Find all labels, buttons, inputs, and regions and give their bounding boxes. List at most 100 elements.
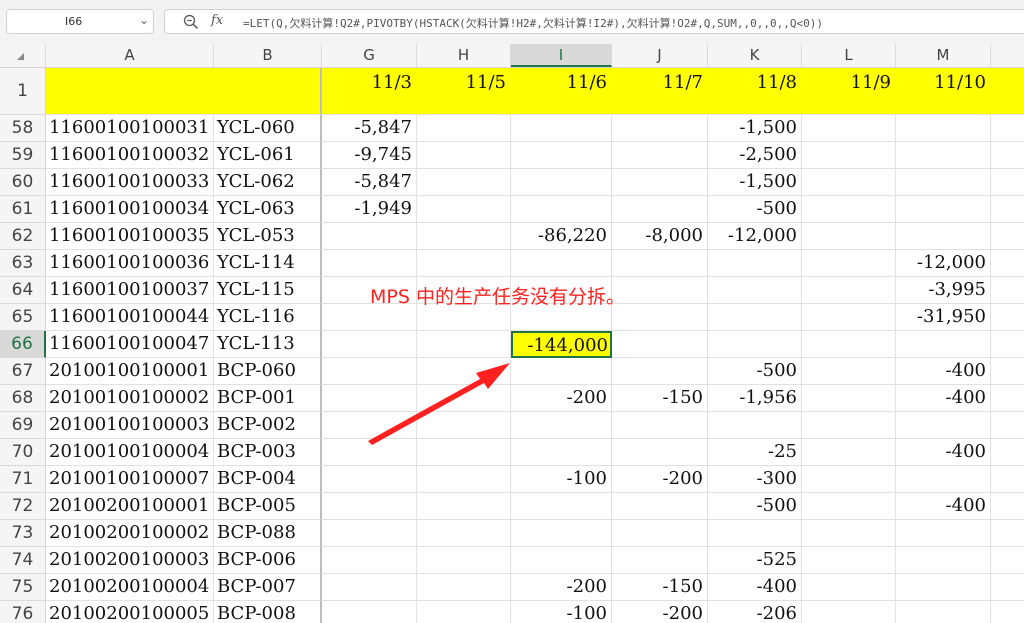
cell-b[interactable]: BCP-008 [214, 601, 322, 623]
cell-k[interactable]: -12,000 [708, 223, 802, 250]
cell-i[interactable] [511, 520, 612, 547]
cell-n[interactable]: 67 [991, 358, 1024, 385]
cell-b[interactable]: YCL-053 [214, 223, 322, 250]
cell-m[interactable] [896, 547, 991, 574]
cell-m[interactable] [896, 331, 991, 358]
row-header[interactable]: 75 [0, 574, 46, 601]
row-header[interactable]: 63 [0, 250, 46, 277]
cell-l[interactable] [802, 574, 896, 601]
cell-i[interactable]: -100 [511, 601, 612, 623]
cell-i[interactable] [511, 493, 612, 520]
cell-m[interactable] [896, 412, 991, 439]
cell-j[interactable] [612, 169, 708, 196]
cell-m[interactable]: -400 [896, 385, 991, 412]
cell-m[interactable]: -400 [896, 439, 991, 466]
cell-k[interactable] [708, 412, 802, 439]
cell-h[interactable] [417, 223, 511, 250]
cell-l[interactable] [802, 223, 896, 250]
cell-m[interactable] [896, 466, 991, 493]
cell-i[interactable] [511, 358, 612, 385]
row-header[interactable]: 70 [0, 439, 46, 466]
row-header[interactable]: 67 [0, 358, 46, 385]
cell-j[interactable] [612, 439, 708, 466]
row-header[interactable]: 72 [0, 493, 46, 520]
cell-h[interactable] [417, 466, 511, 493]
cell-j[interactable] [612, 493, 708, 520]
cell-a[interactable]: 20100100100007 [46, 466, 214, 493]
cell-h[interactable] [417, 520, 511, 547]
cell-m[interactable]: -3,995 [896, 277, 991, 304]
cell-l[interactable] [802, 277, 896, 304]
cell-g[interactable]: -1,949 [322, 196, 417, 223]
cell-b[interactable]: BCP-005 [214, 493, 322, 520]
cell-i[interactable] [511, 412, 612, 439]
cell-i[interactable] [511, 250, 612, 277]
cell-m[interactable] [896, 520, 991, 547]
cell-l[interactable] [802, 115, 896, 142]
cell-a[interactable]: 20100100100001 [46, 358, 214, 385]
cell-k[interactable]: -500 [708, 493, 802, 520]
cell-m[interactable]: -400 [896, 358, 991, 385]
cell-k[interactable]: -300 [708, 466, 802, 493]
cell-h[interactable] [417, 142, 511, 169]
cell-k[interactable]: -1,956 [708, 385, 802, 412]
cell-g[interactable] [322, 574, 417, 601]
cell-h[interactable] [417, 196, 511, 223]
cell-i[interactable] [511, 115, 612, 142]
column-header-l[interactable]: L [802, 44, 896, 67]
cell-k[interactable]: -525 [708, 547, 802, 574]
cell-j[interactable] [612, 547, 708, 574]
cell-i[interactable]: -200 [511, 385, 612, 412]
date-header-cell[interactable]: 11/9 [802, 68, 896, 115]
cell-g[interactable] [322, 223, 417, 250]
cell-a[interactable]: 20100200100004 [46, 574, 214, 601]
row-header[interactable]: 76 [0, 601, 46, 623]
row-header[interactable]: 74 [0, 547, 46, 574]
cell-a[interactable]: 11600100100033 [46, 169, 214, 196]
cell-b[interactable]: YCL-062 [214, 169, 322, 196]
cell-k[interactable] [708, 520, 802, 547]
cell-j[interactable] [612, 115, 708, 142]
column-header-j[interactable]: J [612, 44, 708, 67]
column-header-h[interactable]: H [417, 44, 511, 67]
cell-n[interactable]: 59 [991, 142, 1024, 169]
cell-i[interactable] [511, 196, 612, 223]
row-header[interactable]: 71 [0, 466, 46, 493]
cell-n[interactable]: 69 [991, 412, 1024, 439]
row-header[interactable]: 69 [0, 412, 46, 439]
select-all-button[interactable] [0, 44, 46, 67]
cell-m[interactable] [896, 574, 991, 601]
row-header[interactable]: 61 [0, 196, 46, 223]
cell-l[interactable] [802, 331, 896, 358]
zoom-icon[interactable] [183, 14, 199, 30]
cell-m[interactable] [896, 601, 991, 623]
cell-g[interactable] [322, 493, 417, 520]
cell-a[interactable]: 11600100100032 [46, 142, 214, 169]
date-header-cell[interactable]: 11/3 [322, 68, 417, 115]
date-header-cell[interactable]: 11/8 [708, 68, 802, 115]
row-header[interactable]: 73 [0, 520, 46, 547]
cell-h[interactable] [417, 601, 511, 623]
cell-a[interactable]: 20100200100005 [46, 601, 214, 623]
column-header-a[interactable]: A [46, 44, 214, 67]
cell-j[interactable]: -150 [612, 385, 708, 412]
active-cell[interactable]: -144,000 [511, 331, 612, 358]
cell-n[interactable]: 62 [991, 223, 1024, 250]
cell-b[interactable]: YCL-114 [214, 250, 322, 277]
cell-a[interactable]: 20100200100003 [46, 547, 214, 574]
cell-j[interactable] [612, 358, 708, 385]
cell-g[interactable] [322, 250, 417, 277]
cell-a[interactable]: 11600100100036 [46, 250, 214, 277]
cell-n[interactable]: 64 [991, 277, 1024, 304]
cell-l[interactable] [802, 412, 896, 439]
cell-n[interactable]: 70 [991, 439, 1024, 466]
cell-b[interactable]: YCL-061 [214, 142, 322, 169]
cell-k[interactable] [708, 304, 802, 331]
cell-k[interactable]: -500 [708, 196, 802, 223]
cell-i[interactable] [511, 142, 612, 169]
cell-n[interactable]: 61 [991, 196, 1024, 223]
cell-h[interactable] [417, 115, 511, 142]
date-header-cell[interactable]: 11/7 [612, 68, 708, 115]
cell-b[interactable]: BCP-007 [214, 574, 322, 601]
cell-n[interactable]: 76 [991, 601, 1024, 623]
